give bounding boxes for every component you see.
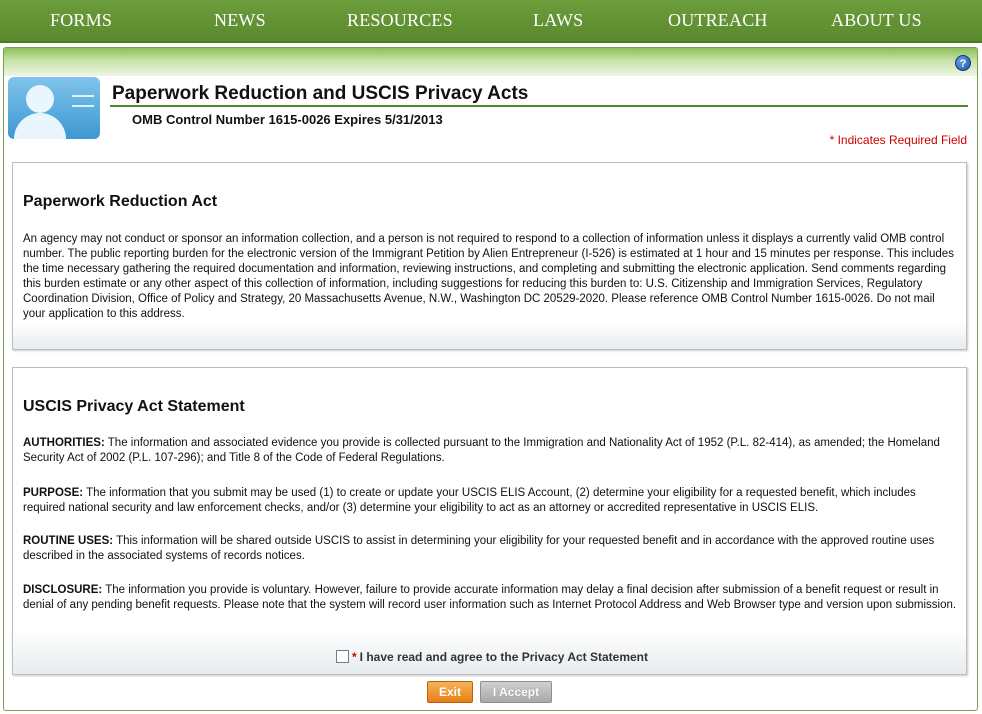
nav-resources[interactable]: RESOURCES [347, 10, 453, 31]
nav-news[interactable]: NEWS [214, 10, 266, 31]
help-icon[interactable]: ? [955, 55, 971, 71]
nav-outreach[interactable]: OUTREACH [668, 10, 768, 31]
purpose-text: The information that you submit may be u… [23, 487, 916, 514]
exit-button[interactable]: Exit [427, 681, 473, 703]
disclosure-section: DISCLOSURE: The information you provide … [23, 583, 958, 613]
routine-uses-text: This information will be shared outside … [23, 535, 935, 562]
avatar-head [26, 85, 54, 113]
page-title: Paperwork Reduction and USCIS Privacy Ac… [112, 83, 529, 104]
header-band [4, 48, 977, 76]
disclosure-text: The information you provide is voluntary… [23, 584, 957, 611]
agree-label[interactable]: I have read and agree to the Privacy Act… [360, 650, 648, 664]
privacy-act-panel: USCIS Privacy Act Statement AUTHORITIES:… [12, 367, 967, 675]
disclosure-label: DISCLOSURE: [23, 584, 103, 596]
paperwork-heading: Paperwork Reduction Act [23, 193, 218, 210]
required-star: * [352, 650, 357, 664]
agree-row: * I have read and agree to the Privacy Ac… [336, 650, 648, 664]
user-profile-icon [8, 77, 100, 139]
nav-forms[interactable]: FORMS [50, 10, 112, 31]
authorities-text: The information and associated evidence … [23, 437, 940, 464]
routine-uses-label: ROUTINE USES: [23, 535, 114, 547]
title-divider [110, 105, 968, 107]
paperwork-body: An agency may not conduct or sponsor an … [23, 233, 954, 320]
authorities-label: AUTHORITIES: [23, 437, 105, 449]
paperwork-reduction-panel: Paperwork Reduction Act An agency may no… [12, 162, 967, 350]
nav-laws[interactable]: LAWS [533, 10, 583, 31]
omb-control-number: OMB Control Number 1615-0026 Expires 5/3… [132, 112, 443, 127]
agree-checkbox[interactable] [336, 650, 349, 663]
purpose-label: PURPOSE: [23, 487, 84, 499]
nav-about-us[interactable]: ABOUT US [831, 10, 922, 31]
required-field-note: * Indicates Required Field [829, 133, 967, 147]
purpose-section: PURPOSE: The information that you submit… [23, 486, 958, 516]
top-navigation: FORMS NEWS RESOURCES LAWS OUTREACH ABOUT… [0, 0, 982, 43]
accept-button[interactable]: I Accept [480, 681, 552, 703]
routine-uses-section: ROUTINE USES: This information will be s… [23, 534, 958, 564]
avatar-body [14, 113, 66, 139]
privacy-heading: USCIS Privacy Act Statement [23, 398, 245, 415]
authorities-section: AUTHORITIES: The information and associa… [23, 436, 958, 466]
avatar-lines [72, 95, 94, 107]
main-frame: ? Paperwork Reduction and USCIS Privacy … [3, 47, 978, 711]
